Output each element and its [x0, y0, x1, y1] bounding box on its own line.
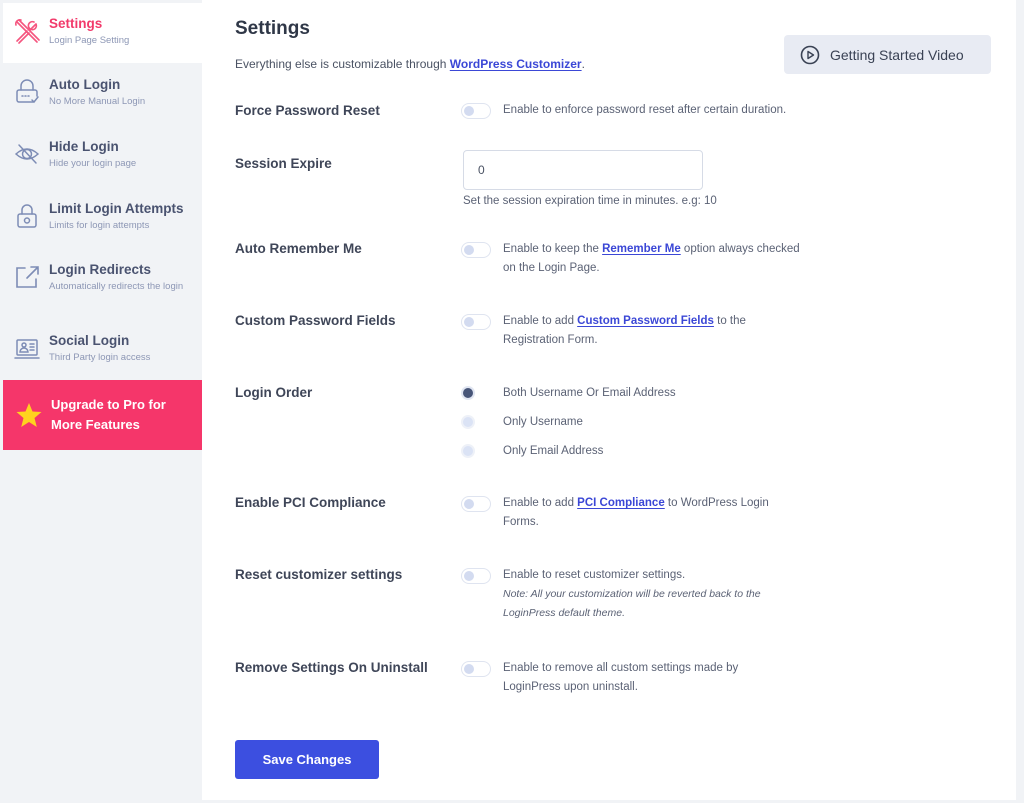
- sidebar-item-limit-login-attempts[interactable]: Limit Login Attempts Limits for login at…: [3, 200, 202, 250]
- auto-remember-me-toggle[interactable]: [461, 242, 491, 258]
- login-order-option-username[interactable]: Only Username: [461, 415, 583, 429]
- sidebar-item-title: Limit Login Attempts: [49, 201, 184, 216]
- lock-check-icon: [16, 79, 39, 104]
- session-expire-label: Session Expire: [235, 156, 332, 171]
- custom-password-fields-description: Enable to add Custom Password Fields to …: [503, 312, 793, 350]
- page-title: Settings: [235, 18, 310, 39]
- star-icon: [16, 403, 42, 427]
- upgrade-to-pro-button[interactable]: Upgrade to Pro for More Features: [3, 380, 202, 450]
- login-order-option-email[interactable]: Only Email Address: [461, 444, 603, 458]
- desc-text: Enable to reset customizer settings.: [503, 569, 686, 581]
- session-expire-input[interactable]: [463, 150, 703, 190]
- radio-label: Only Email Address: [503, 445, 604, 457]
- sidebar-item-subtitle: Automatically redirects the login: [49, 281, 184, 292]
- force-password-reset-toggle[interactable]: [461, 103, 491, 119]
- radio-button[interactable]: [461, 386, 475, 400]
- pci-compliance-link[interactable]: PCI Compliance: [577, 497, 665, 509]
- wordpress-customizer-link[interactable]: WordPress Customizer: [450, 57, 582, 71]
- sidebar-item-hide-login[interactable]: Hide Login Hide your login page: [3, 138, 202, 188]
- sidebar-item-auto-login[interactable]: Auto Login No More Manual Login: [3, 76, 202, 126]
- play-circle-icon: [800, 45, 820, 64]
- video-button-label: Getting Started Video: [830, 46, 964, 63]
- sidebar-item-subtitle: Limits for login attempts: [49, 220, 150, 231]
- reset-customizer-description: Enable to reset customizer settings. Not…: [503, 566, 798, 623]
- intro-prefix: Everything else is customizable through: [235, 57, 450, 71]
- sidebar-item-title: Login Redirects: [49, 262, 152, 277]
- sidebar-item-subtitle: Hide your login page: [49, 158, 137, 169]
- custom-password-fields-label: Custom Password Fields: [235, 313, 396, 328]
- id-card-icon: [14, 339, 40, 359]
- pci-compliance-description: Enable to add PCI Compliance to WordPres…: [503, 494, 803, 532]
- desc-prefix: Enable to add: [503, 497, 578, 509]
- save-changes-button[interactable]: Save Changes: [235, 740, 379, 779]
- sidebar-item-login-redirects[interactable]: Login Redirects Automatically redirects …: [3, 261, 202, 321]
- remember-me-link[interactable]: Remember Me: [602, 243, 681, 255]
- pci-compliance-toggle[interactable]: [461, 496, 491, 512]
- sidebar-item-title: Hide Login: [49, 139, 119, 154]
- login-order-option-both[interactable]: Both Username Or Email Address: [461, 386, 676, 400]
- padlock-icon: [17, 204, 37, 228]
- intro-suffix: .: [581, 57, 585, 71]
- intro-text: Everything else is customizable through …: [235, 57, 585, 71]
- reset-customizer-label: Reset customizer settings: [235, 567, 403, 582]
- auto-remember-me-label: Auto Remember Me: [235, 241, 362, 256]
- sidebar: Settings Login Page Setting Auto Login N…: [0, 0, 202, 803]
- external-link-icon: [16, 266, 39, 288]
- sidebar-item-social-login[interactable]: Social Login Third Party login access: [3, 332, 202, 377]
- desc-prefix: Enable to keep the: [503, 243, 603, 255]
- login-order-label: Login Order: [235, 385, 313, 400]
- custom-password-fields-toggle[interactable]: [461, 314, 491, 330]
- sidebar-item-title: Social Login: [49, 333, 130, 348]
- custom-password-fields-link[interactable]: Custom Password Fields: [577, 315, 714, 327]
- sidebar-item-subtitle: No More Manual Login: [49, 96, 146, 107]
- session-expire-help: Set the session expiration time in minut…: [463, 195, 717, 207]
- radio-button[interactable]: [461, 444, 475, 458]
- radio-label: Only Username: [503, 416, 583, 428]
- force-password-reset-description: Enable to enforce password reset after c…: [503, 104, 787, 116]
- reset-customizer-toggle[interactable]: [461, 568, 491, 584]
- sidebar-item-subtitle: Login Page Setting: [49, 35, 130, 46]
- sidebar-item-settings[interactable]: Settings Login Page Setting: [3, 3, 202, 63]
- getting-started-video-button[interactable]: Getting Started Video: [784, 35, 991, 74]
- remove-on-uninstall-label: Remove Settings On Uninstall: [235, 660, 428, 675]
- radio-label: Both Username Or Email Address: [503, 387, 676, 399]
- sidebar-item-title: Settings: [49, 16, 103, 31]
- desc-note: Note: All your customization will be rev…: [503, 588, 761, 619]
- auto-remember-me-description: Enable to keep the Remember Me option al…: [503, 240, 803, 278]
- desc-prefix: Enable to add: [503, 315, 578, 327]
- force-password-reset-label: Force Password Reset: [235, 103, 380, 118]
- eye-slash-icon: [14, 144, 40, 164]
- sidebar-item-title: Auto Login: [49, 77, 121, 92]
- sidebar-item-subtitle: Third Party login access: [49, 352, 151, 363]
- tools-icon: [15, 19, 40, 44]
- remove-on-uninstall-description: Enable to remove all custom settings mad…: [503, 662, 739, 693]
- radio-button[interactable]: [461, 415, 475, 429]
- remove-on-uninstall-toggle[interactable]: [461, 661, 491, 677]
- upgrade-label: Upgrade to Pro for More Features: [51, 397, 166, 432]
- pci-compliance-label: Enable PCI Compliance: [235, 495, 386, 510]
- settings-panel: Settings Everything else is customizable…: [202, 0, 1016, 800]
